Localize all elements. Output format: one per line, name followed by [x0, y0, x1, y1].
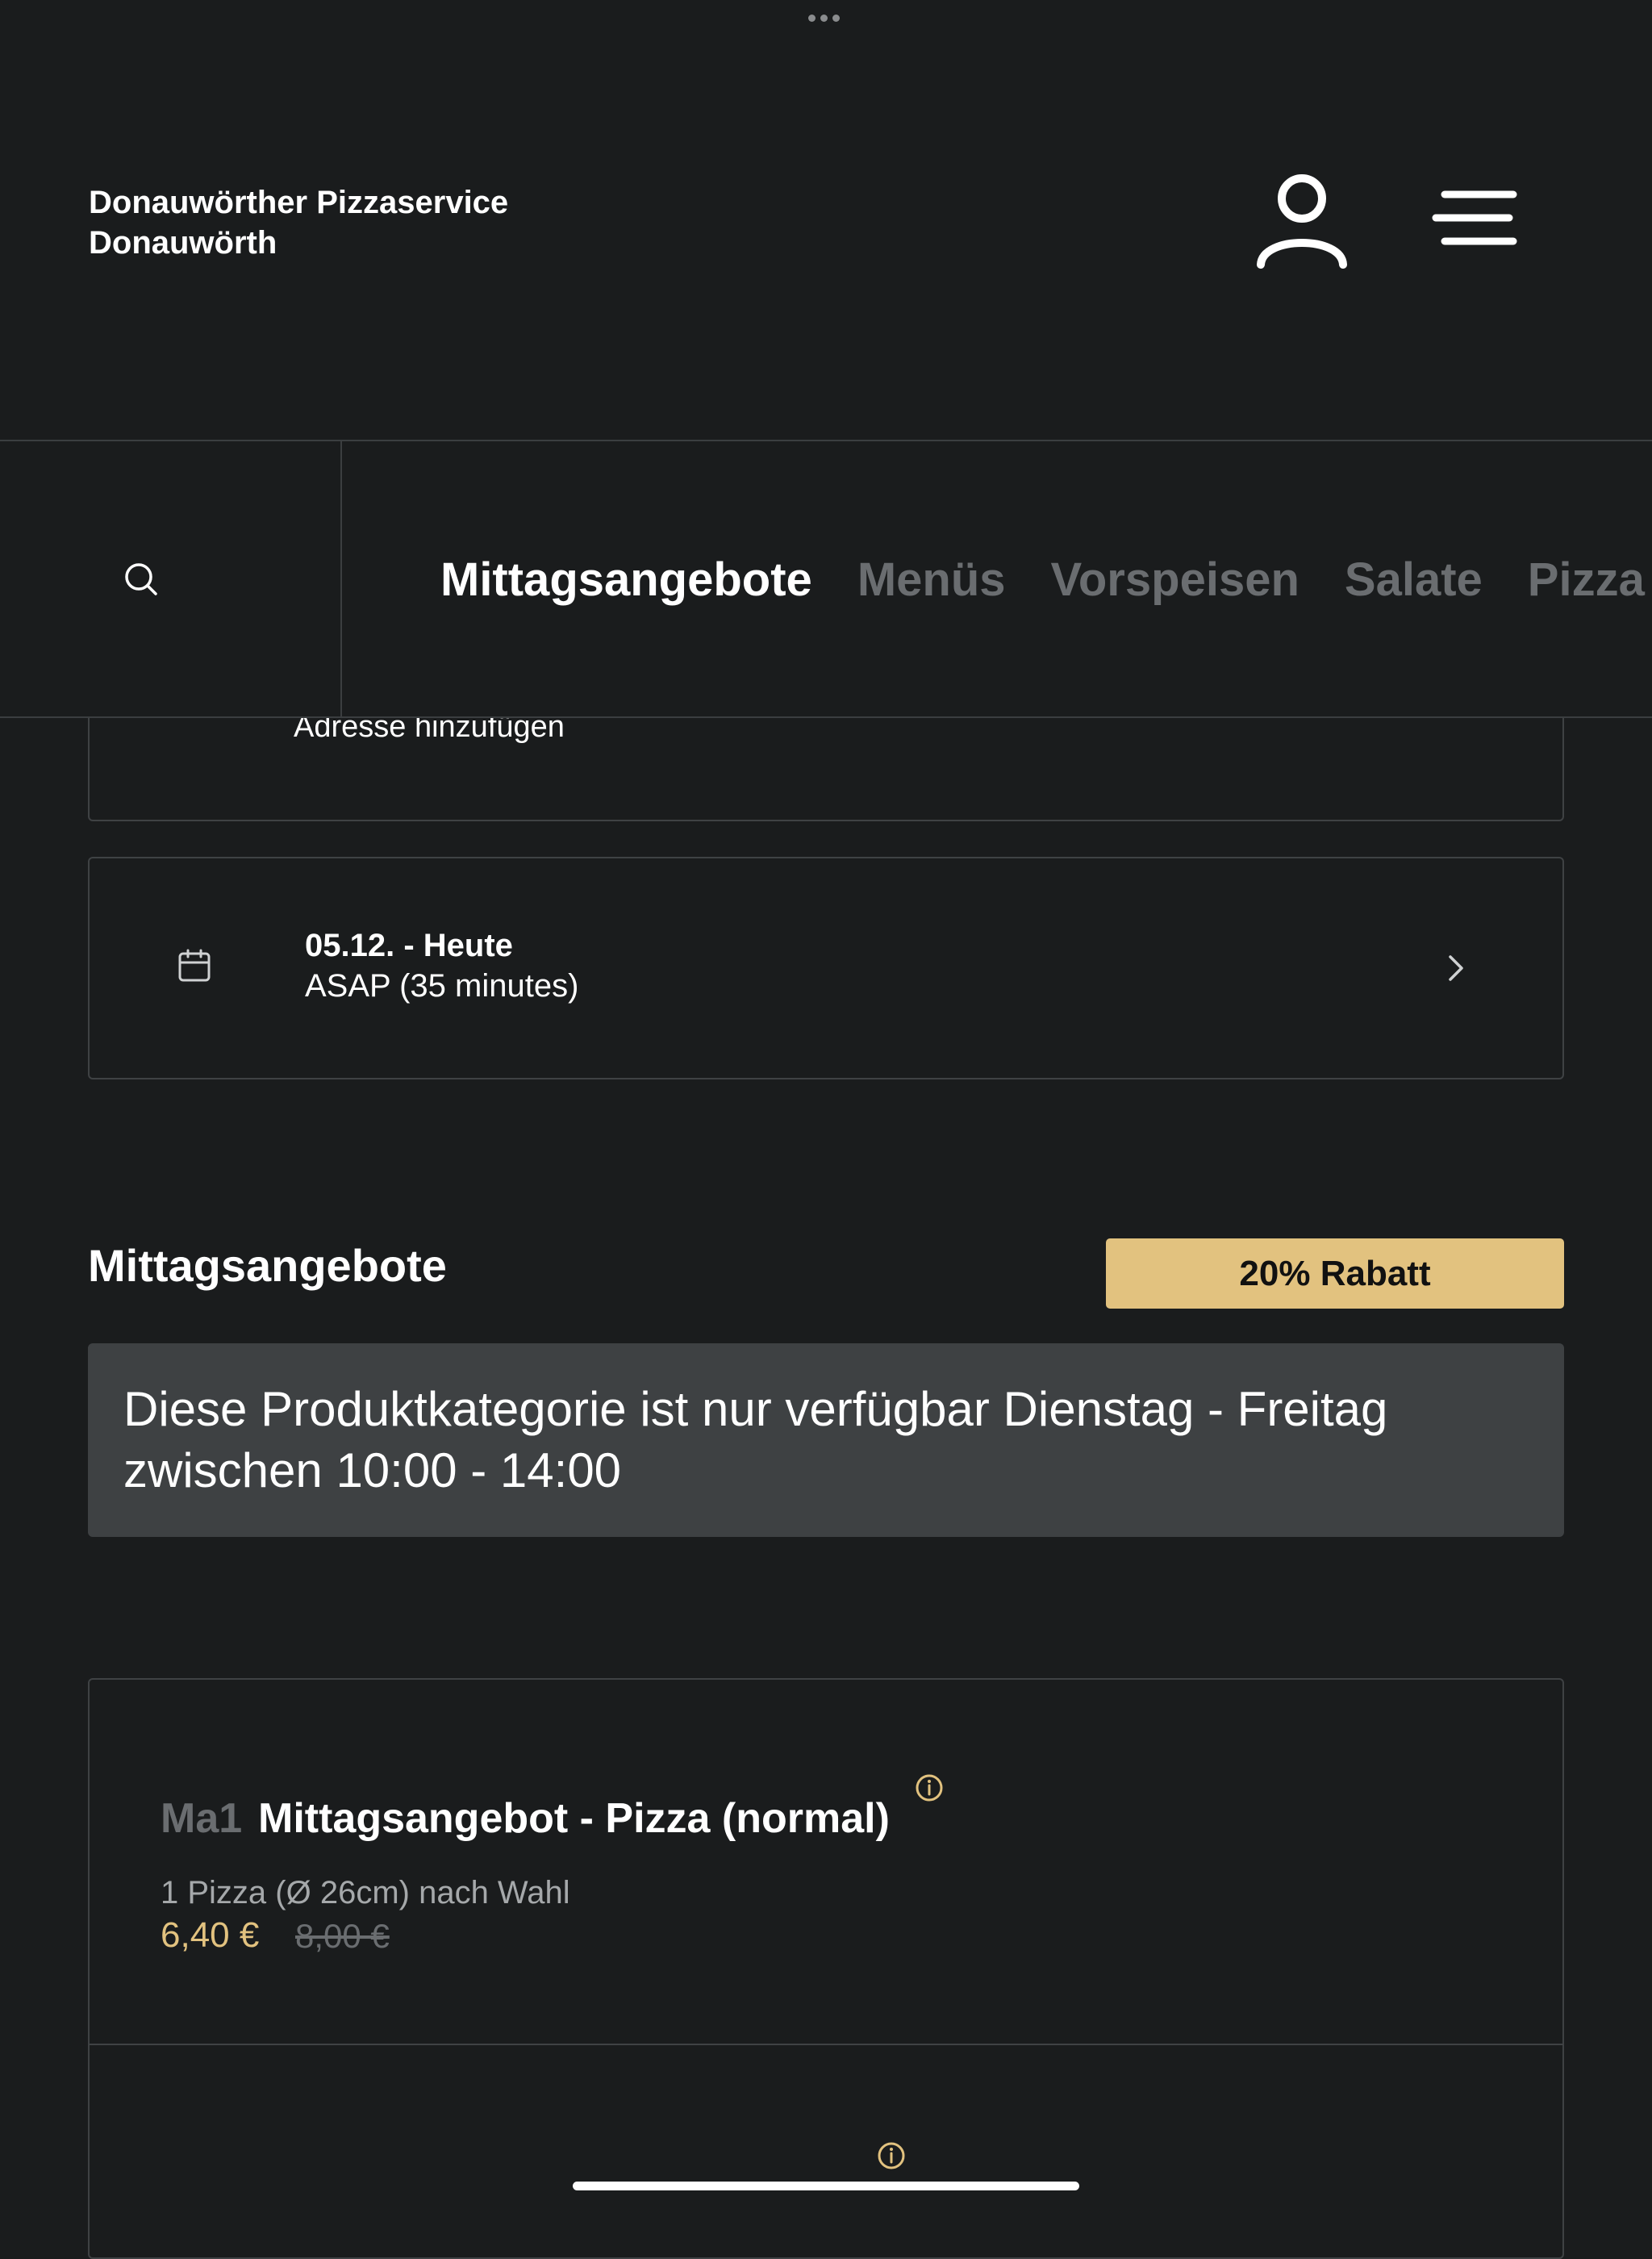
product-list: [88, 1678, 1564, 2259]
section-title: Mittagsangebote: [88, 1240, 447, 1291]
tab-menues[interactable]: Menüs: [857, 553, 1006, 607]
tab-salate[interactable]: Salate: [1345, 553, 1483, 607]
tab-pizza[interactable]: Pizza: [1528, 553, 1645, 607]
info-icon[interactable]: [877, 2141, 906, 2170]
user-icon: [1257, 174, 1347, 269]
product-code: Ma1: [161, 1795, 243, 1842]
tab-mittagsangebote[interactable]: Mittagsangebote: [440, 553, 812, 607]
category-nav: Mittagsangebote Menüs Vorspeisen Salate …: [0, 440, 1652, 718]
category-tabs: Mittagsangebote Menüs Vorspeisen Salate …: [440, 553, 1645, 607]
calendar-icon: [177, 949, 211, 983]
dot: [808, 15, 816, 22]
hamburger-icon: [1432, 190, 1517, 245]
product-divider: [90, 2044, 1562, 2045]
product-name[interactable]: Mittagsangebot - Pizza (normal): [258, 1794, 890, 1843]
availability-notice: Diese Produktkategorie ist nur verfügbar…: [88, 1343, 1564, 1537]
account-button[interactable]: [1254, 169, 1350, 270]
menu-button[interactable]: [1432, 186, 1521, 250]
multitask-dots[interactable]: [808, 15, 840, 22]
dot: [820, 15, 828, 22]
product-old-price: 8,00 €: [295, 1917, 390, 1955]
tab-vorspeisen[interactable]: Vorspeisen: [1051, 553, 1299, 607]
home-indicator[interactable]: [573, 2182, 1079, 2190]
product-price: 6,40 €: [161, 1915, 260, 1955]
restaurant-brand[interactable]: Donauwörther Pizzaservice Donauwörth: [89, 182, 508, 263]
delivery-time: ASAP (35 minutes): [305, 968, 579, 1004]
restaurant-city: Donauwörth: [89, 225, 277, 261]
info-icon[interactable]: [915, 1773, 944, 1802]
dot: [832, 15, 840, 22]
discount-badge: 20% Rabatt: [1106, 1238, 1564, 1309]
chevron-right-icon: [1444, 952, 1468, 984]
restaurant-name: Donauwörther Pizzaservice: [89, 185, 509, 220]
delivery-date: 05.12. - Heute: [305, 928, 513, 963]
search-icon: [123, 561, 160, 598]
search-button[interactable]: [0, 441, 342, 716]
product-description: 1 Pizza (Ø 26cm) nach Wahl: [161, 1875, 570, 1910]
